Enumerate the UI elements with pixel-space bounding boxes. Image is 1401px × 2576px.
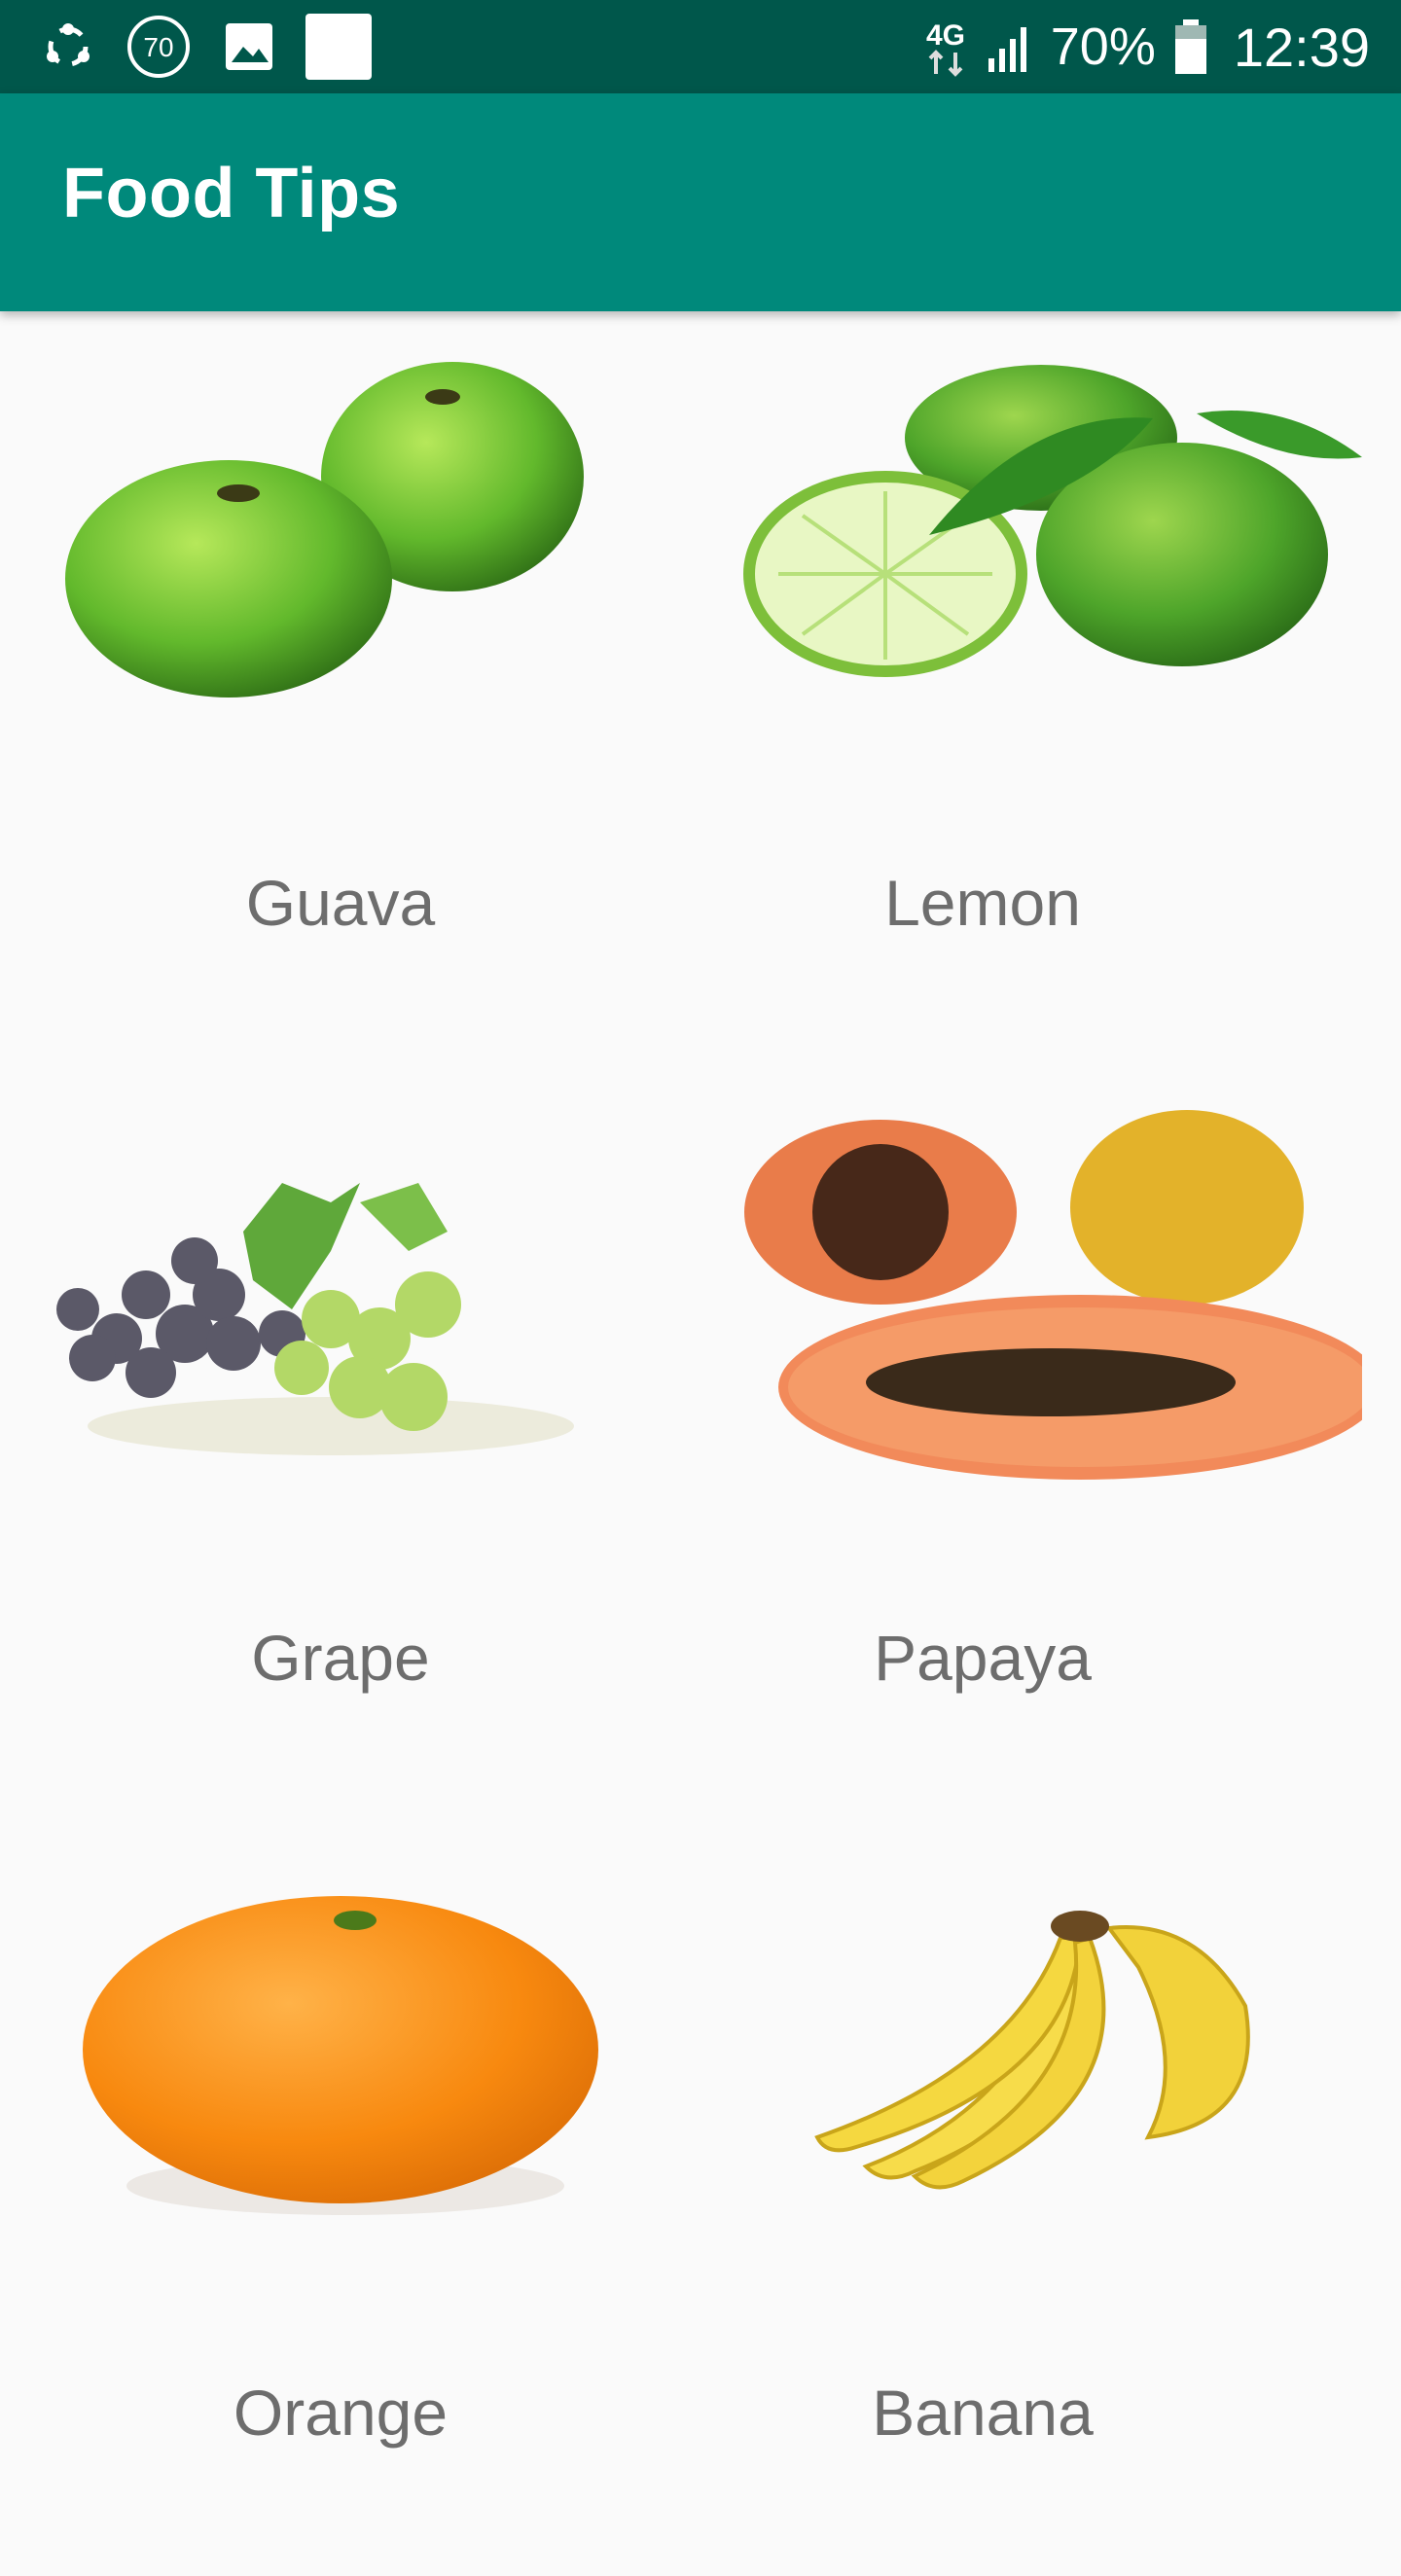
fruit-tile-lemon[interactable]: Lemon: [700, 311, 1401, 1066]
app-title: Food Tips: [62, 155, 401, 233]
fruit-tile-guava[interactable]: Guava: [0, 311, 700, 1066]
fruit-label: Banana: [872, 2377, 1094, 2449]
status-bar: 70 4G 70% 12:39: [0, 0, 1401, 93]
fruit-tile-orange[interactable]: Orange: [0, 1821, 700, 2576]
grape-image: [56, 1183, 574, 1455]
badge-text: 70: [143, 32, 173, 62]
signal-icon: [988, 27, 1026, 72]
network-4g-icon: 4G: [926, 19, 965, 77]
sync-icon: [47, 23, 90, 67]
gallery-icon: [226, 23, 272, 70]
app-bar: Food Tips: [0, 93, 1401, 311]
battery-icon: [1174, 19, 1206, 74]
lemon-image: [743, 365, 1362, 677]
fruit-label: Lemon: [884, 867, 1081, 939]
orange-image: [83, 1896, 598, 2215]
fruit-tile-papaya[interactable]: Papaya: [700, 1066, 1401, 1821]
battery-percent: 70%: [1050, 18, 1156, 76]
guava-image: [65, 362, 584, 698]
status-left-icons: 70: [41, 14, 372, 80]
clock: 12:39: [1233, 16, 1370, 78]
fruit-label: Orange: [233, 2377, 449, 2449]
banana-image: [814, 1911, 1250, 2190]
papaya-image: [744, 1110, 1362, 1480]
square-notification-icon: [305, 14, 372, 80]
status-right-icons: 4G 70% 12:39: [920, 10, 1370, 84]
fruit-grid: Guava Lemon Grape Papaya Orange Banana: [0, 311, 1401, 2490]
fruit-tile-grape[interactable]: Grape: [0, 1066, 700, 1821]
fruit-tile-banana[interactable]: Banana: [700, 1821, 1401, 2576]
fruit-label: Guava: [245, 867, 436, 939]
fruit-label: Grape: [251, 1622, 430, 1694]
badge-70-icon: 70: [127, 16, 190, 78]
svg-text:4G: 4G: [926, 19, 965, 52]
fruit-label: Papaya: [874, 1622, 1092, 1694]
